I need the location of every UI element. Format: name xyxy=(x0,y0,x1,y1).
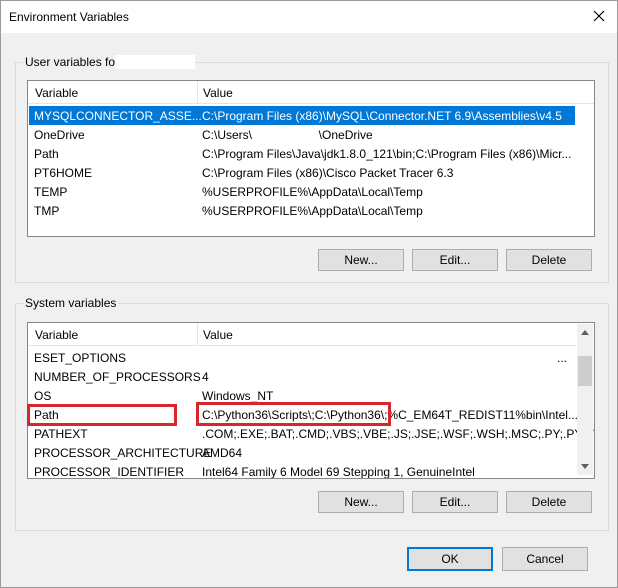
column-header-value[interactable]: Value xyxy=(203,328,233,342)
title-bar: Environment Variables xyxy=(1,1,617,33)
close-button[interactable] xyxy=(585,3,613,29)
system-new-button[interactable]: New... xyxy=(318,491,404,513)
list-header: Variable Value xyxy=(28,81,594,104)
list-item[interactable]: PATHEXT .COM;.EXE;.BAT;.CMD;.VBS;.VBE;.J… xyxy=(29,424,594,443)
list-item[interactable]: MYSQLCONNECTOR_ASSE... C:\Program Files … xyxy=(29,106,575,125)
list-item[interactable]: NUMBER_OF_PROCESSORS 4 xyxy=(29,367,575,386)
user-variables-label: User variables for xyxy=(23,55,122,69)
list-header: Variable Value xyxy=(28,323,576,346)
list-item[interactable]: TEMP %USERPROFILE%\AppData\Local\Temp xyxy=(29,182,594,201)
chevron-down-icon xyxy=(581,464,589,469)
chevron-up-icon xyxy=(581,330,589,335)
list-item[interactable]: PROCESSOR_ARCHITECTURE AMD64 xyxy=(29,443,575,462)
close-icon xyxy=(593,10,605,22)
scrollbar-thumb[interactable] xyxy=(578,356,592,386)
column-header-variable[interactable]: Variable xyxy=(35,328,78,342)
user-edit-button[interactable]: Edit... xyxy=(412,249,498,271)
user-variables-list[interactable]: Variable Value MYSQLCONNECTOR_ASSE... C:… xyxy=(27,80,595,237)
list-item[interactable]: Path C:\Program Files\Java\jdk1.8.0_121\… xyxy=(29,144,594,163)
user-delete-button[interactable]: Delete xyxy=(506,249,592,271)
list-item[interactable]: OS Windows_NT xyxy=(29,386,575,405)
ok-button[interactable]: OK xyxy=(407,547,493,571)
system-delete-button[interactable]: Delete xyxy=(506,491,592,513)
column-header-variable[interactable]: Variable xyxy=(35,86,78,100)
environment-variables-dialog: Environment Variables User variables for… xyxy=(0,0,618,588)
system-variables-label: System variables xyxy=(23,296,119,310)
list-item[interactable]: TMP %USERPROFILE%\AppData\Local\Temp xyxy=(29,201,594,220)
system-variables-list[interactable]: Variable Value ESET_OPTIONS ... NUMBER_O… xyxy=(27,322,595,479)
list-item[interactable]: OneDrive C:\Users\ \OneDrive xyxy=(29,125,594,144)
column-header-value[interactable]: Value xyxy=(203,86,233,100)
list-item[interactable]: Path C:\Python36\Scripts\;C:\Python36\;%… xyxy=(29,405,578,424)
list-item[interactable]: ESET_OPTIONS ... xyxy=(29,348,575,367)
scroll-down-button[interactable] xyxy=(577,458,593,475)
redacted-username xyxy=(115,55,195,69)
vertical-scrollbar[interactable] xyxy=(577,324,593,475)
system-edit-button[interactable]: Edit... xyxy=(412,491,498,513)
window-title: Environment Variables xyxy=(9,10,129,24)
list-item[interactable]: PT6HOME C:\Program Files (x86)\Cisco Pac… xyxy=(29,163,594,182)
scroll-up-button[interactable] xyxy=(577,324,593,341)
user-new-button[interactable]: New... xyxy=(318,249,404,271)
cancel-button[interactable]: Cancel xyxy=(502,547,588,571)
list-item[interactable]: PROCESSOR_IDENTIFIER Intel64 Family 6 Mo… xyxy=(29,462,575,478)
